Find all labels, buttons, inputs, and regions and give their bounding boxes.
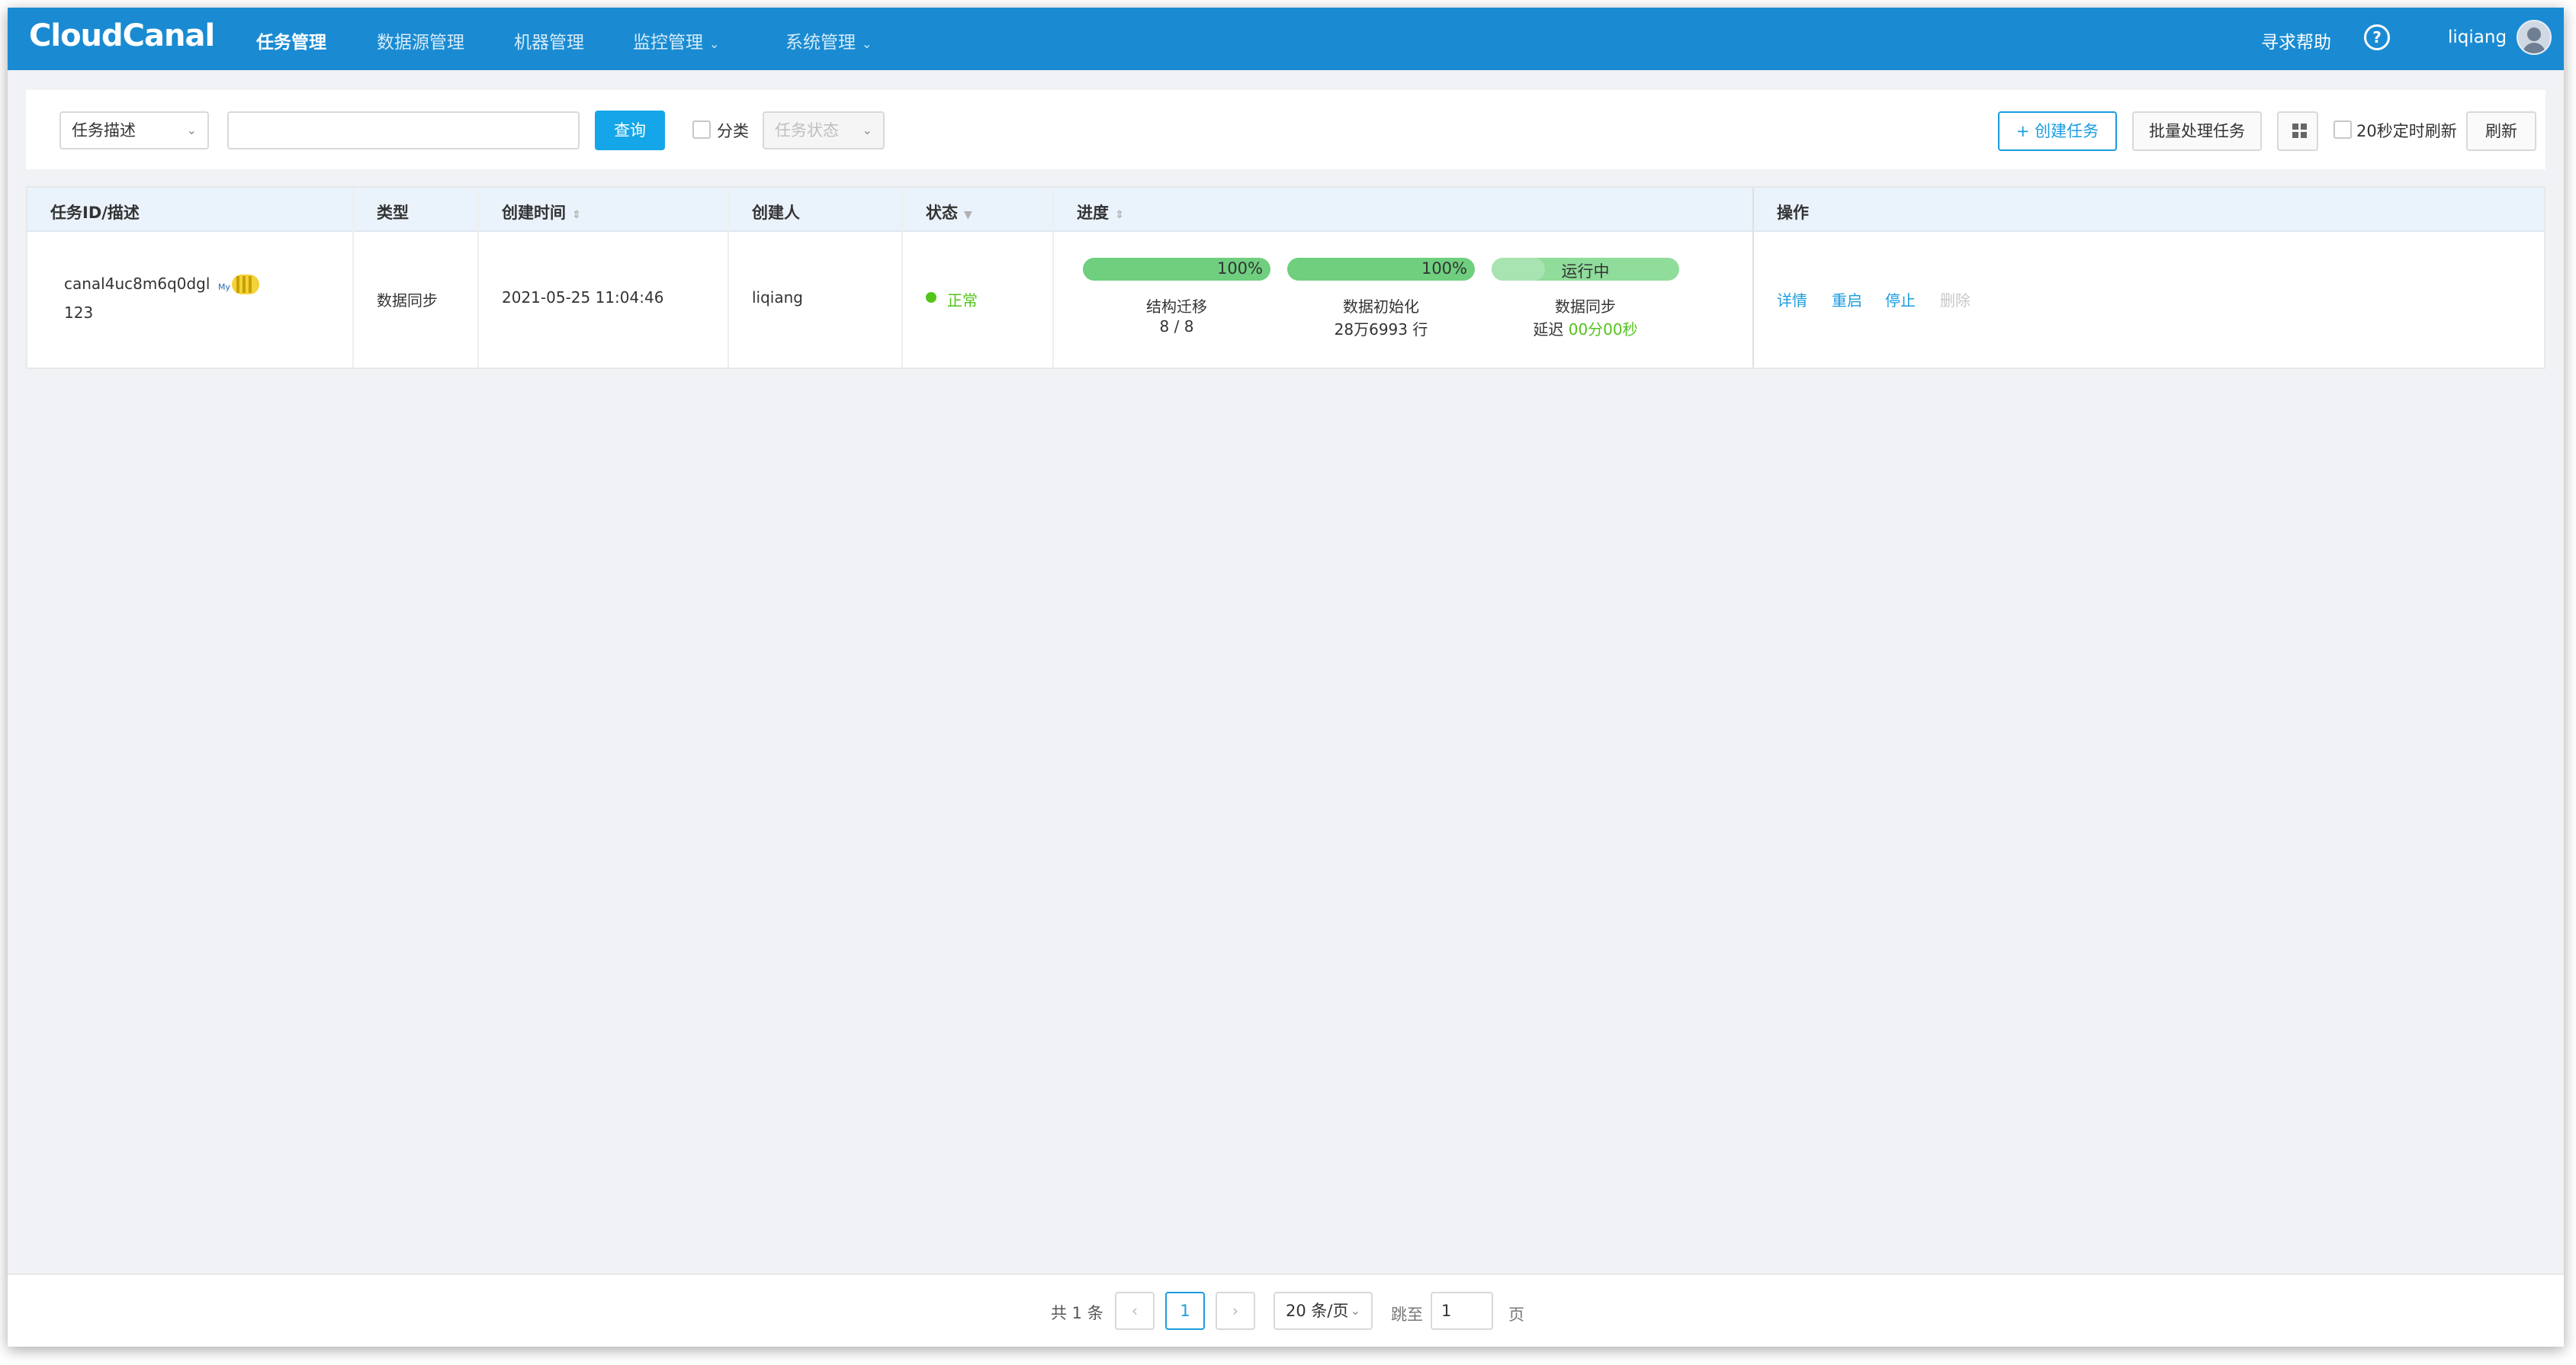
init-progress-rows: 28万6993 行 <box>1334 320 1428 339</box>
next-page-button[interactable]: › <box>1216 1292 1255 1330</box>
col-header-status[interactable]: 状态 ▼ <box>926 201 972 223</box>
sync-progress-label: 数据同步 <box>1555 297 1616 316</box>
refresh-button[interactable]: 刷新 <box>2466 111 2536 151</box>
sync-progress-status: 运行中 <box>1561 262 1610 281</box>
avatar-body <box>2523 43 2545 53</box>
col-header-status-label: 状态 <box>926 204 958 222</box>
nav-system-management-label: 系统管理 <box>785 33 856 53</box>
category-label: 分类 <box>717 122 749 140</box>
sort-icon: ⇕ <box>572 209 581 221</box>
nav-system-management[interactable]: 系统管理 ⌄ <box>785 27 872 53</box>
detail-link[interactable]: 详情 <box>1777 288 1807 310</box>
col-header-id: 任务ID/描述 <box>50 204 140 222</box>
batch-process-button[interactable]: 批量处理任务 <box>2132 111 2262 151</box>
jump-page-value: 1 <box>1441 1302 1452 1320</box>
filter-field-select-value: 任务描述 <box>72 121 136 140</box>
filter-icon: ▼ <box>964 209 972 221</box>
col-header-type: 类型 <box>377 204 409 222</box>
column-divider <box>728 188 729 368</box>
task-type: 数据同步 <box>377 291 438 310</box>
nav-monitor-management-label: 监控管理 <box>633 33 703 53</box>
top-nav-bar: CloudCanal 任务管理 数据源管理 机器管理 监控管理 ⌄ 系统管理 ⌄ 寻… <box>8 8 2564 70</box>
init-progress-percent: 100% <box>1421 259 1467 278</box>
col-header-progress[interactable]: 进度 ⇕ <box>1077 201 1124 223</box>
column-divider <box>901 188 903 368</box>
auto-refresh-label: 20秒定时刷新 <box>2356 122 2457 140</box>
task-created-at: 2021-05-25 11:04:46 <box>502 288 664 307</box>
chevron-down-icon: ⌄ <box>862 123 872 137</box>
svg-text:My: My <box>218 282 230 292</box>
create-task-button[interactable]: + 创建任务 <box>1998 111 2117 151</box>
restart-link[interactable]: 重启 <box>1832 288 1862 310</box>
column-divider <box>352 188 354 368</box>
task-id[interactable]: canal4uc8m6q0dgl <box>64 275 210 293</box>
sync-delay-value: 00分00秒 <box>1568 320 1638 339</box>
task-status-select[interactable]: 任务状态 ⌄ <box>763 111 885 149</box>
schema-progress-percent: 100% <box>1216 259 1263 278</box>
help-icon[interactable]: ? <box>2364 24 2390 50</box>
delete-link[interactable]: 删除 <box>1940 288 1971 310</box>
col-header-created[interactable]: 创建时间 ⇕ <box>502 201 581 223</box>
sort-icon: ⇕ <box>1115 209 1124 221</box>
page-suffix: 页 <box>1508 1306 1524 1324</box>
app-window: CloudCanal 任务管理 数据源管理 机器管理 监控管理 ⌄ 系统管理 ⌄ 寻… <box>8 8 2564 1347</box>
nav-datasource-management[interactable]: 数据源管理 <box>377 27 464 53</box>
chevron-down-icon: ⌄ <box>1350 1303 1360 1318</box>
avatar[interactable] <box>2517 20 2552 55</box>
chevron-down-icon: ⌄ <box>186 123 197 137</box>
auto-refresh-checkbox[interactable] <box>2333 120 2352 139</box>
nav-machine-management-label: 机器管理 <box>514 33 584 53</box>
grid-view-button[interactable] <box>2277 111 2318 151</box>
schema-progress-label: 结构迁移 <box>1146 297 1207 316</box>
logo[interactable]: CloudCanal <box>29 18 215 53</box>
nav-task-management-label: 任务管理 <box>256 33 326 53</box>
init-progress-bar: 100% <box>1287 258 1475 281</box>
schema-progress-bar: 100% <box>1083 258 1270 281</box>
task-table: 任务ID/描述 类型 创建时间 ⇕ 创建人 状态 ▼ 进度 ⇕ 操作 canal4uc… <box>26 186 2545 369</box>
page-size-select[interactable]: 20 条/页 ⌄ <box>1274 1292 1373 1330</box>
init-progress-label: 数据初始化 <box>1343 297 1419 316</box>
column-divider <box>1752 188 1754 368</box>
page-size-value: 20 条/页 <box>1286 1302 1349 1320</box>
nav-datasource-management-label: 数据源管理 <box>377 33 464 53</box>
column-divider <box>1052 188 1054 368</box>
col-header-creator: 创建人 <box>752 204 800 222</box>
filter-field-select[interactable]: 任务描述 ⌄ <box>59 111 209 149</box>
sync-delay: 延迟 00分00秒 <box>1492 317 1679 339</box>
username[interactable]: liqiang <box>2448 27 2507 47</box>
help-link[interactable]: 寻求帮助 <box>2261 27 2331 53</box>
avatar-head <box>2527 27 2541 41</box>
pagination-bar: 共 1 条 ‹ 1 › 20 条/页 ⌄ 跳至 1 页 <box>8 1273 2564 1347</box>
filter-toolbar: 任务描述 ⌄ 查询 分类 任务状态 ⌄ + 创建任务 批量处理任务 20秒定时刷… <box>26 90 2545 169</box>
chevron-down-icon: ⌄ <box>862 37 872 51</box>
pagination-total: 共 1 条 <box>1051 1304 1103 1322</box>
nav-machine-management[interactable]: 机器管理 <box>514 27 584 53</box>
task-status-select-placeholder: 任务状态 <box>775 121 839 140</box>
mysql-db-icon: My <box>218 275 259 294</box>
col-header-actions: 操作 <box>1777 204 1809 222</box>
column-divider <box>477 188 479 368</box>
schema-progress-count: 8 / 8 <box>1159 317 1194 336</box>
status-dot <box>926 292 936 303</box>
search-input[interactable] <box>227 111 580 149</box>
col-header-progress-label: 进度 <box>1077 204 1109 222</box>
nav-task-management[interactable]: 任务管理 <box>256 27 326 53</box>
table-header: 任务ID/描述 类型 创建时间 ⇕ 创建人 状态 ▼ 进度 ⇕ 操作 <box>27 188 2544 232</box>
prev-page-button[interactable]: ‹ <box>1115 1292 1155 1330</box>
sync-delay-prefix: 延迟 <box>1533 320 1569 339</box>
status-badge: 正常 <box>947 291 978 310</box>
grid-icon <box>2292 124 2308 139</box>
jump-page-input[interactable]: 1 <box>1431 1292 1493 1330</box>
col-header-created-label: 创建时间 <box>502 204 566 222</box>
query-button[interactable]: 查询 <box>595 111 665 150</box>
nav-monitor-management[interactable]: 监控管理 ⌄ <box>633 27 719 53</box>
task-description: 123 <box>64 304 94 322</box>
page-1-button[interactable]: 1 <box>1165 1292 1205 1330</box>
category-checkbox[interactable] <box>692 120 711 139</box>
chevron-down-icon: ⌄ <box>709 37 720 51</box>
jump-label: 跳至 <box>1391 1306 1423 1324</box>
sync-progress-bar: 运行中 <box>1492 258 1679 281</box>
task-creator: liqiang <box>752 288 803 307</box>
stop-link[interactable]: 停止 <box>1885 288 1916 310</box>
